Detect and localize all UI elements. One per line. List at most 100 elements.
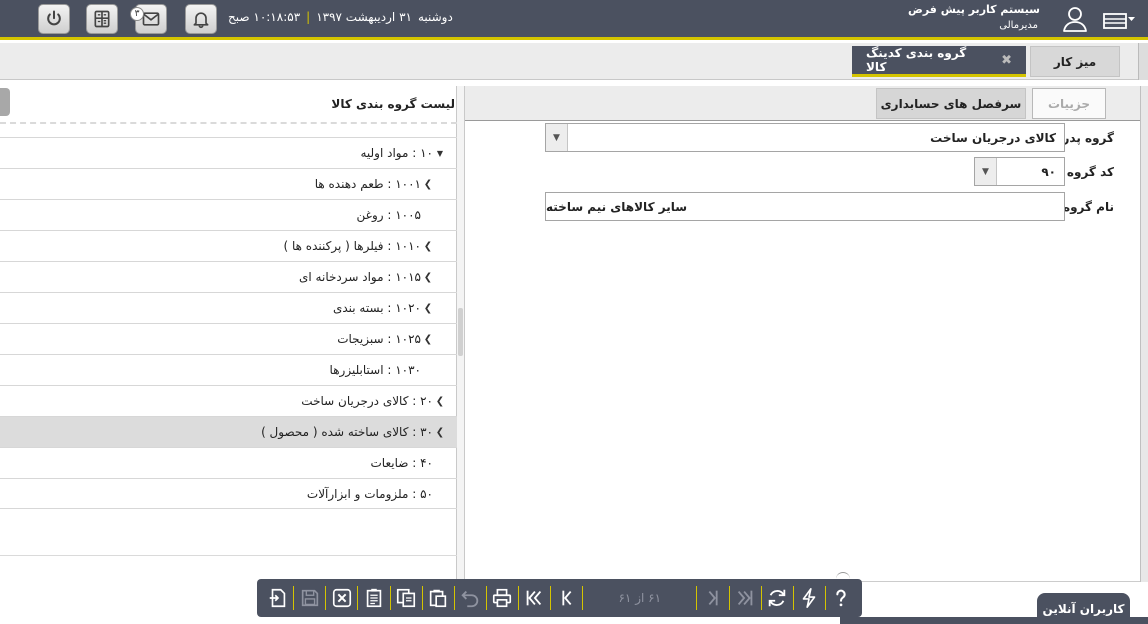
help-icon (836, 589, 846, 607)
export-button[interactable] (263, 583, 292, 613)
tree-item[interactable]: ۱۰۰۱ : طعم دهنده ها ❮ (0, 168, 457, 199)
time-text: دوشنبه (417, 10, 453, 24)
menu-icon[interactable] (1102, 8, 1136, 32)
tree-item[interactable]: ۱۰۰۵ : روغن (0, 199, 457, 230)
toolbar-separator (293, 586, 295, 610)
mail-icon (142, 12, 160, 26)
splitter-grip[interactable] (458, 308, 463, 356)
tree-item-label: ۱۰۲۵ : سبزیجات (337, 332, 421, 346)
record-toolbar: ۶۱ از ۶۱ (257, 579, 862, 617)
undo-button[interactable] (456, 583, 485, 613)
user-role: مدیرمالی (999, 20, 1038, 31)
document-edit-icon (366, 588, 382, 608)
last-record-button[interactable] (730, 583, 759, 613)
tree-item[interactable]: ۵۰ : ملزومات و ابزارآلات (0, 478, 457, 509)
group-code-value: ۹۰ (1041, 164, 1056, 179)
calculator-button[interactable] (86, 4, 118, 34)
parent-group-select[interactable]: ▼ کالای درجریان ساخت (545, 123, 1065, 152)
undo-icon (461, 590, 479, 608)
chevron-left-icon[interactable]: ❮ (421, 334, 435, 345)
user-icon[interactable] (1060, 4, 1090, 34)
chevron-down-icon[interactable]: ▼ (546, 124, 568, 151)
next-record-button[interactable] (698, 583, 727, 613)
copy-icon (396, 588, 416, 608)
details-panel: جزییات سرفصل های حسابداری گروه پدر ▼ کال… (465, 86, 1140, 582)
panel-splitter[interactable] (457, 86, 465, 582)
group-name-label: نام گروه (1063, 200, 1114, 214)
refresh-button[interactable] (763, 583, 792, 613)
parent-group-value: کالای درجریان ساخت (930, 130, 1056, 145)
group-tree-header: لیست گروه بندی کالا (0, 86, 457, 124)
notifications-button[interactable] (185, 4, 217, 34)
print-icon (493, 588, 512, 608)
tab-desk[interactable]: میز کار (1030, 46, 1120, 77)
chevron-left-icon[interactable]: ❮ (421, 303, 435, 314)
edit-button[interactable] (359, 583, 388, 613)
tree-item-label: ۱۰۱۵ : مواد سردخانه ای (299, 270, 421, 284)
user-name: سیستم کاربر پیش فرض (908, 3, 1040, 16)
datetime: دوشنبه ۳۱ اردیبهشت ۱۳۹۷ | ۱۰:۱۸:۵۳ صبح (228, 10, 453, 24)
tab-goods-grouping-label: گروه بندی کدینگ کالا (866, 46, 967, 74)
tree-item[interactable]: ۱۰۱۰ : فیلرها ( پرکننده ها ) ❮ (0, 230, 457, 261)
help-button[interactable] (827, 583, 856, 613)
copy-button[interactable] (391, 583, 420, 613)
chevron-left-icon[interactable]: ❮ (433, 427, 447, 438)
tree-item[interactable]: ۱۰۲۰ : بسته بندی ❮ (0, 292, 457, 323)
chevron-left-icon[interactable]: ❮ (421, 241, 435, 252)
page-indicator: ۶۱ از ۶۱ (618, 591, 662, 605)
calculator-icon (94, 10, 110, 28)
group-name-field[interactable]: سایر کالاهای نیم ساخته (545, 192, 1065, 221)
group-code-label: کد گروه (1066, 165, 1114, 179)
save-button[interactable] (295, 583, 324, 613)
tree-item-label: ۴۰ : ضایعات (370, 456, 434, 470)
tree-item[interactable]: ۴۰ : ضایعات (0, 447, 457, 478)
chevron-left-icon[interactable]: ❮ (433, 396, 447, 407)
chevron-down-icon[interactable]: ▼ (975, 158, 997, 185)
tab-details[interactable]: جزییات (1032, 88, 1106, 119)
print-button[interactable] (488, 583, 517, 613)
tree-item[interactable]: ۱۰۱۵ : مواد سردخانه ای ❮ (0, 261, 457, 292)
tree-item-label: ۵۰ : ملزومات و ابزارآلات (306, 486, 433, 501)
quick-action-button[interactable] (795, 583, 824, 613)
tree-item[interactable]: ۱۰ : مواد اولیه ▼ (0, 137, 457, 168)
panel-collapse-handle[interactable] (0, 88, 10, 116)
tree-item[interactable]: ۱۰۳۰ : استابلیزرها (0, 354, 457, 385)
delete-button[interactable] (327, 583, 356, 613)
chevron-down-icon[interactable]: ▼ (433, 149, 447, 158)
close-icon[interactable]: ✖ (1001, 53, 1012, 68)
first-record-button[interactable] (520, 583, 549, 613)
previous-record-button[interactable] (552, 583, 581, 613)
toolbar-separator (582, 586, 584, 610)
toolbar-separator (728, 586, 730, 610)
chevron-left-icon[interactable]: ❮ (421, 272, 435, 283)
paste-button[interactable] (424, 583, 453, 613)
lightning-icon (802, 588, 816, 608)
tree-item[interactable]: ۲۰ : کالای درجریان ساخت ❮ (0, 385, 457, 416)
tree-item-label: ۲۰ : کالای درجریان ساخت (301, 394, 433, 408)
chevron-left-icon[interactable]: ❮ (421, 179, 435, 190)
close-icon (332, 588, 351, 608)
tab-goods-grouping[interactable]: گروه بندی کدینگ کالا ✖ (852, 46, 1026, 77)
datetime-separator: | (306, 10, 311, 24)
tree-item-label: ۱۰ : مواد اولیه (360, 146, 433, 160)
group-code-stepper[interactable]: ▼ ۹۰ (974, 157, 1065, 186)
tree-item[interactable]: ۱۰۲۵ : سبزیجات ❮ (0, 323, 457, 354)
details-scrollbar[interactable] (1140, 86, 1148, 582)
messages-badge: ۳ (130, 7, 144, 21)
messages-button[interactable]: ۳ (130, 4, 167, 34)
toolbar-separator (824, 586, 826, 610)
online-users-button[interactable]: کاربران آنلاین (1037, 593, 1130, 624)
previous-icon (561, 590, 571, 606)
clock-text: ۱۰:۱۸:۵۳ صبح (228, 10, 301, 24)
save-icon (301, 589, 318, 607)
tabstrip-scroll[interactable] (1138, 43, 1148, 80)
top-bar: ۳ دوشنبه ۳۱ اردیبهشت ۱۳۹۷ | ۱۰:۱۸:۵۳ صبح… (0, 0, 1148, 40)
toolbar-separator (696, 586, 698, 610)
tree-item-label: ۱۰۱۰ : فیلرها ( پرکننده ها ) (283, 239, 422, 253)
group-tree-footer (0, 555, 457, 582)
tab-accounting-headings[interactable]: سرفصل های حسابداری (876, 88, 1026, 119)
tab-strip: میز کار گروه بندی کدینگ کالا ✖ (0, 43, 1148, 80)
tree-item[interactable]: ۳۰ : کالای ساخته شده ( محصول ) ❮ (0, 416, 457, 447)
power-button[interactable] (38, 4, 70, 34)
refresh-icon (768, 589, 786, 607)
